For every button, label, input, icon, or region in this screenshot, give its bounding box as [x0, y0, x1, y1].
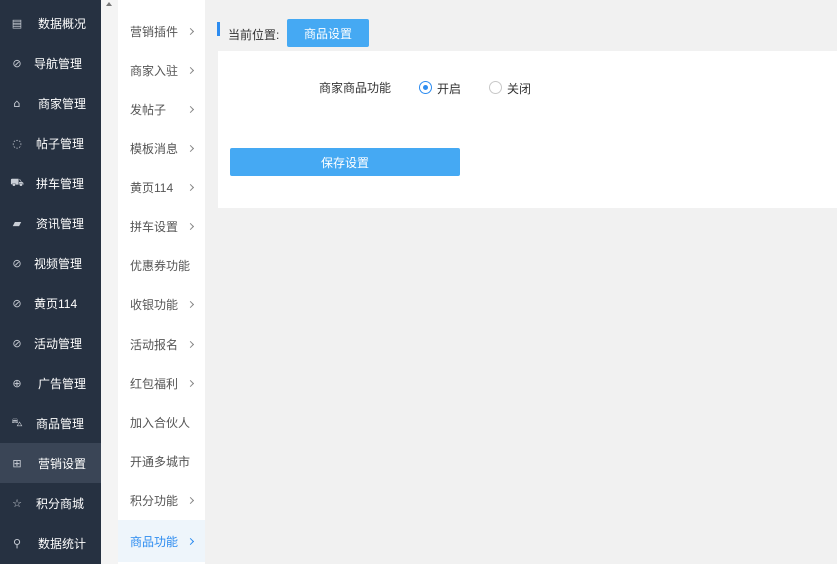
- sidebar-item-yellow-pages[interactable]: ⊘ 黄页114: [0, 283, 101, 323]
- star-icon: ☆: [12, 496, 22, 510]
- sidebar-item-videos[interactable]: ⊘ 视频管理: [0, 243, 101, 283]
- sidebar-item-navigation[interactable]: ⊘ 导航管理: [0, 43, 101, 83]
- globe-icon: ⊕: [12, 376, 22, 390]
- submenu-item-label: 模板消息: [130, 141, 179, 156]
- submenu-item-label: 开通多城市: [130, 454, 191, 469]
- submenu-item-label: 积分功能: [130, 493, 179, 508]
- sidebar-item-events[interactable]: ⊘ 活动管理: [0, 323, 101, 363]
- sidebar-item-label: 视频管理: [34, 256, 83, 271]
- sidebar-item-ads[interactable]: ⊕ 广告管理: [0, 363, 101, 403]
- compass-icon: ⊘: [12, 296, 22, 310]
- chevron-right-icon: [186, 300, 195, 308]
- sidebar-item-posts[interactable]: ◌ 帖子管理: [0, 123, 101, 163]
- comment-icon: ◌: [12, 136, 22, 150]
- sidebar-item-label: 积分商城: [36, 496, 85, 511]
- sidebar-item-label: 活动管理: [34, 336, 83, 351]
- radio-disable[interactable]: [489, 81, 502, 94]
- sidebar-item-carpool[interactable]: ⛟ 拼车管理: [0, 163, 101, 203]
- sidebar-item-overview[interactable]: ▤ 数据概况: [0, 3, 101, 43]
- sidebar-item-points-mall[interactable]: ☆ 积分商城: [0, 483, 101, 523]
- compass-icon: ⊘: [12, 336, 22, 350]
- breadcrumb-current-button[interactable]: 商品设置: [287, 19, 369, 47]
- breadcrumb-accent-bar: [217, 22, 220, 36]
- submenu-item-template-messages[interactable]: 模板消息: [118, 128, 205, 168]
- sidebar-item-label: 资讯管理: [36, 216, 85, 231]
- settings-panel: [218, 51, 837, 208]
- save-settings-button[interactable]: 保存设置: [230, 148, 460, 176]
- submenu-item-label: 活动报名: [130, 337, 179, 352]
- chevron-right-icon: [186, 66, 195, 74]
- submenu-item-yellow-pages[interactable]: 黄页114: [118, 167, 205, 207]
- breadcrumb-label: 当前位置:: [228, 28, 280, 42]
- submenu-item-label: 发帖子: [130, 102, 167, 117]
- submenu-item-cashier[interactable]: 收银功能: [118, 284, 205, 324]
- submenu-item-label: 拼车设置: [130, 219, 179, 234]
- sidebar-item-label: 数据概况: [38, 16, 87, 31]
- chevron-right-icon: [186, 340, 195, 348]
- submenu-item-label: 商家入驻: [130, 63, 179, 78]
- sidebar-item-label: 导航管理: [34, 56, 83, 71]
- sidebar-item-products[interactable]: ⛍ 商品管理: [0, 403, 101, 443]
- sidebar-item-news[interactable]: ▰ 资讯管理: [0, 203, 101, 243]
- sidebar-item-label: 拼车管理: [36, 176, 85, 191]
- submenu-item-multi-city[interactable]: 开通多城市: [118, 441, 205, 481]
- sidebar-item-label: 帖子管理: [36, 136, 85, 151]
- submenu-item-red-packets[interactable]: 红包福利: [118, 363, 205, 403]
- radio-disable-label[interactable]: 关闭: [507, 80, 531, 97]
- submenu-item-points[interactable]: 积分功能: [118, 480, 205, 520]
- submenu-item-posting[interactable]: 发帖子: [118, 89, 205, 129]
- submenu-item-label: 商品功能: [130, 534, 179, 549]
- chevron-right-icon: [186, 105, 195, 113]
- bank-icon: ⌂: [13, 96, 21, 110]
- gift-icon: ⊞: [12, 456, 22, 470]
- submenu-item-label: 红包福利: [130, 376, 179, 391]
- sidebar-item-label: 营销设置: [38, 456, 87, 471]
- car-icon: ⛟: [10, 175, 24, 189]
- submenu-item-label: 收银功能: [130, 297, 179, 312]
- sidebar-item-label: 广告管理: [38, 376, 87, 391]
- submenu-item-marketing-plugins[interactable]: 营销插件: [118, 11, 205, 51]
- sidebar-item-statistics[interactable]: ⚲ 数据统计: [0, 523, 101, 563]
- chevron-right-icon: [186, 379, 195, 387]
- radio-enable[interactable]: [419, 81, 432, 94]
- sidebar-item-marketing[interactable]: ⊞ 营销设置: [0, 443, 101, 483]
- submenu-item-label: 优惠券功能: [130, 258, 191, 273]
- submenu-item-partners[interactable]: 加入合伙人: [118, 402, 205, 442]
- compass-icon: ⊘: [12, 256, 22, 270]
- chevron-right-icon: [186, 183, 195, 191]
- submenu-item-label: 加入合伙人: [130, 415, 191, 430]
- submenu-item-coupons[interactable]: 优惠券功能: [118, 245, 205, 285]
- submenu-item-product-features[interactable]: 商品功能: [118, 520, 205, 562]
- key-icon: ⚲: [12, 536, 22, 550]
- merchant-products-field-label: 商家商品功能: [319, 81, 392, 95]
- sidebar-item-label: 商家管理: [38, 96, 87, 111]
- main-sidebar: ▤ 数据概况 ⊘ 导航管理 ⌂ 商家管理 ◌ 帖子管理 ⛟ 拼车管理 ▰ 资讯管…: [0, 0, 101, 564]
- submenu-item-merchant-join[interactable]: 商家入驻: [118, 50, 205, 90]
- chevron-right-icon: [186, 222, 195, 230]
- chevron-right-icon: [186, 496, 195, 504]
- submenu-item-label: 黄页114: [130, 180, 174, 195]
- sidebar-item-merchants[interactable]: ⌂ 商家管理: [0, 83, 101, 123]
- dashboard-icon: ▤: [11, 16, 23, 30]
- compass-icon: ⊘: [12, 56, 22, 70]
- scroll-up-arrow-icon[interactable]: [106, 2, 112, 6]
- chevron-right-icon: [186, 144, 195, 152]
- submenu-item-label: 营销插件: [130, 24, 179, 39]
- sidebar-item-label: 黄页114: [34, 296, 78, 311]
- book-icon: ▰: [12, 216, 22, 230]
- submenu-item-carpool-settings[interactable]: 拼车设置: [118, 206, 205, 246]
- chevron-right-icon: [186, 537, 195, 545]
- radio-enable-label[interactable]: 开启: [437, 80, 461, 97]
- submenu-item-event-signup[interactable]: 活动报名: [118, 324, 205, 364]
- submenu-scrollbar[interactable]: [101, 0, 118, 564]
- chevron-right-icon: [186, 27, 195, 35]
- sidebar-item-label: 商品管理: [36, 416, 85, 431]
- sidebar-item-label: 数据统计: [38, 536, 87, 551]
- cart-icon: ⛍: [11, 415, 23, 429]
